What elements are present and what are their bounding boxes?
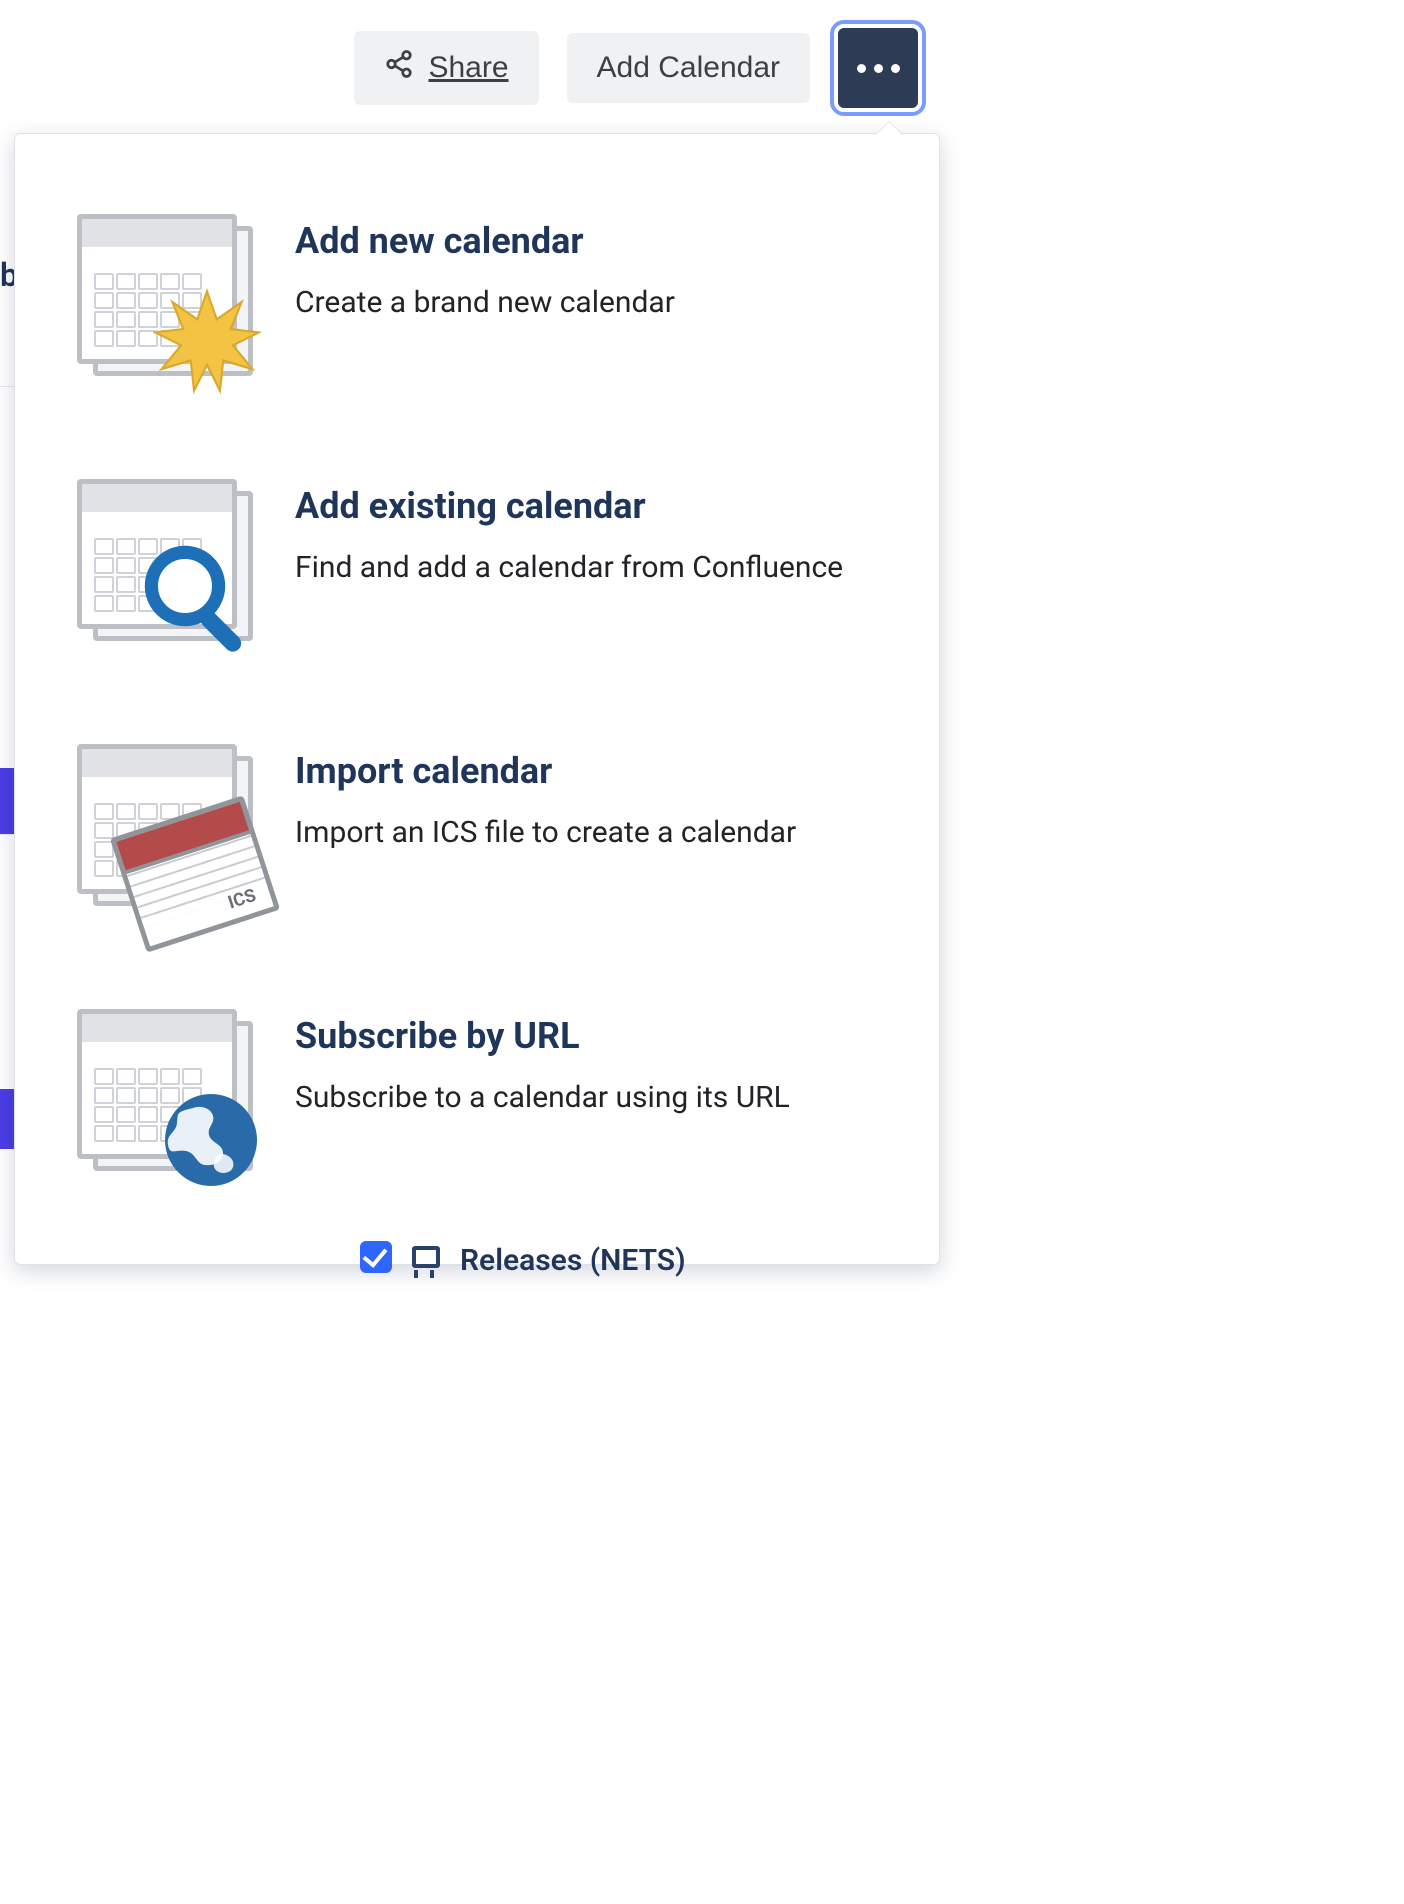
- magnifying-glass-icon: [137, 538, 257, 658]
- menu-item-title: Import calendar: [295, 750, 879, 792]
- ellipsis-icon: [857, 64, 866, 73]
- menu-item-desc: Create a brand new calendar: [295, 280, 879, 325]
- menu-item-add-existing-calendar[interactable]: Add existing calendar Find and add a cal…: [75, 479, 879, 654]
- menu-item-desc: Find and add a calendar from Confluence: [295, 545, 879, 590]
- menu-item-title: Add existing calendar: [295, 485, 879, 527]
- more-actions-dropdown: Add new calendar Create a brand new cale…: [14, 133, 940, 1265]
- share-button[interactable]: Share: [354, 31, 538, 105]
- menu-item-add-new-calendar[interactable]: Add new calendar Create a brand new cale…: [75, 214, 879, 389]
- menu-item-subscribe-by-url[interactable]: Subscribe by URL Subscribe to a calendar…: [75, 1009, 879, 1184]
- add-calendar-button-label: Add Calendar: [597, 51, 780, 85]
- globe-icon: [161, 1090, 261, 1190]
- star-burst-icon: [153, 287, 261, 395]
- menu-item-title: Add new calendar: [295, 220, 879, 262]
- menu-item-title: Subscribe by URL: [295, 1015, 879, 1057]
- bottom-truncated-label: Releases (NETS): [460, 1243, 686, 1278]
- checkbox-checked-icon[interactable]: [360, 1241, 392, 1273]
- calendar-new-icon: [75, 214, 255, 389]
- calendar-url-icon: [75, 1009, 255, 1184]
- more-actions-button[interactable]: [838, 28, 918, 108]
- calendar-toolbar: Share Add Calendar: [354, 28, 918, 108]
- calendar-import-ics-icon: ICS: [75, 744, 255, 919]
- add-calendar-button[interactable]: Add Calendar: [567, 33, 810, 103]
- menu-item-import-calendar[interactable]: ICS Import calendar Import an ICS file t…: [75, 744, 879, 919]
- calendar-search-icon: [75, 479, 255, 654]
- share-button-label: Share: [428, 51, 508, 85]
- calendar-small-icon: [412, 1246, 440, 1268]
- share-icon: [384, 49, 414, 87]
- menu-item-desc: Import an ICS file to create a calendar: [295, 810, 879, 855]
- menu-item-desc: Subscribe to a calendar using its URL: [295, 1075, 879, 1120]
- bottom-truncated-content: Releases (NETS): [360, 1239, 686, 1274]
